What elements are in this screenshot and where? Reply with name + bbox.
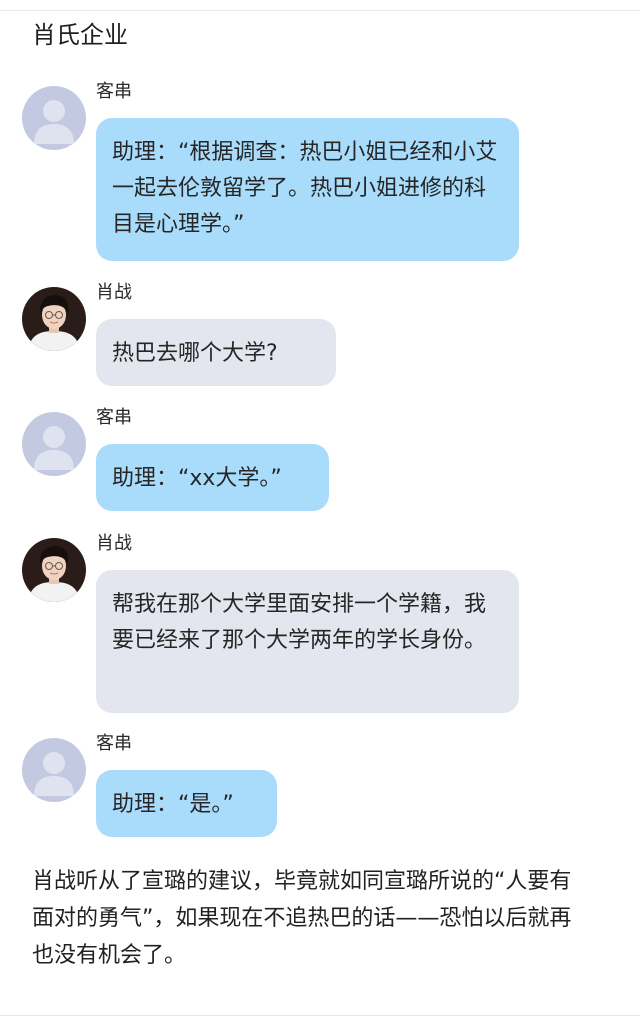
sender-name: 肖战: [96, 282, 132, 303]
sender-name: 客串: [96, 407, 132, 428]
person-silhouette-icon: [22, 412, 86, 476]
sender-name: 客串: [96, 733, 132, 754]
top-divider: [0, 10, 640, 11]
profile-photo-avatar[interactable]: [22, 538, 86, 602]
person-silhouette-icon: [22, 738, 86, 802]
default-person-avatar[interactable]: [22, 86, 86, 150]
message-bubble[interactable]: 助理：“是。”: [96, 770, 277, 837]
sender-name: 肖战: [96, 533, 132, 554]
narration-paragraph: 肖战听从了宣璐的建议，毕竟就如同宣璐所说的“人要有面对的勇气”，如果现在不追热巴…: [32, 869, 572, 968]
person-silhouette-icon: [22, 86, 86, 150]
default-person-avatar[interactable]: [22, 412, 86, 476]
message-bubble[interactable]: 助理：“xx大学。”: [96, 444, 329, 511]
message-bubble[interactable]: 帮我在那个大学里面安排一个学籍，我要已经来了那个大学两年的学长身份。: [96, 570, 519, 713]
default-person-avatar[interactable]: [22, 738, 86, 802]
bottom-divider: [0, 1015, 640, 1016]
message-bubble[interactable]: 热巴去哪个大学?: [96, 319, 336, 386]
chat-title: 肖氏企业: [32, 21, 128, 49]
profile-photo-avatar[interactable]: [22, 287, 86, 351]
profile-photo-icon: [22, 538, 86, 602]
message-bubble[interactable]: 助理：“根据调查：热巴小姐已经和小艾一起去伦敦留学了。热巴小姐进修的科目是心理学…: [96, 118, 519, 261]
sender-name: 客串: [96, 81, 132, 102]
profile-photo-icon: [22, 287, 86, 351]
